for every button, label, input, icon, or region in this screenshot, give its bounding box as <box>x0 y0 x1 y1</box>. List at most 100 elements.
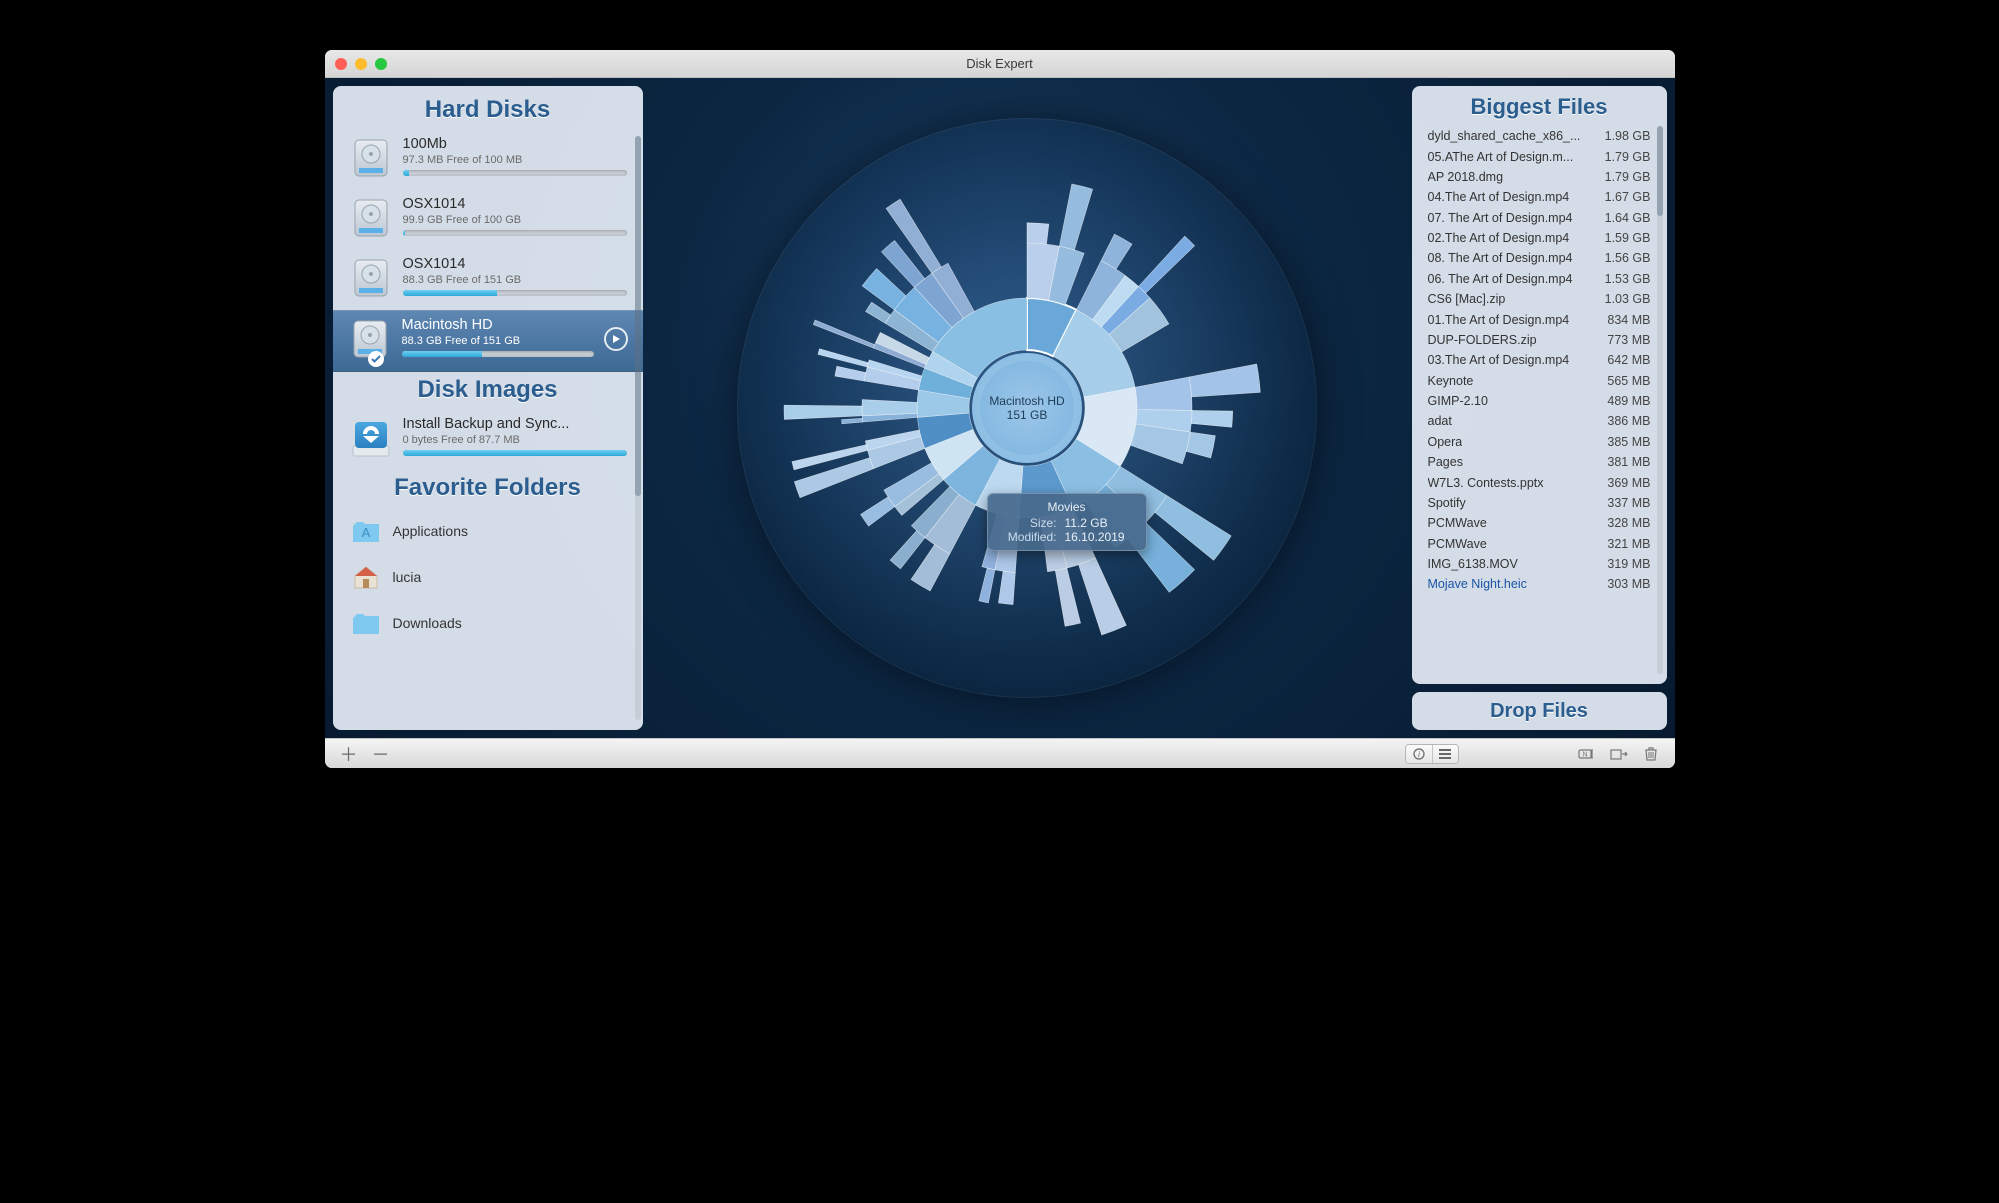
sunburst-segment[interactable] <box>842 418 863 424</box>
sunburst-segment[interactable] <box>835 366 866 381</box>
minimize-icon[interactable] <box>355 58 367 70</box>
sunburst-segment[interactable] <box>862 400 917 416</box>
file-row[interactable]: AP 2018.dmg1.79 GB <box>1420 167 1659 187</box>
file-row[interactable]: Pages381 MB <box>1420 452 1659 472</box>
folder-icon <box>351 610 381 636</box>
biggest-files-panel: Biggest Files dyld_shared_cache_x86_...1… <box>1412 86 1667 684</box>
favorite-label: Applications <box>393 523 469 539</box>
sunburst-segment[interactable] <box>1139 236 1195 293</box>
file-name: 04.The Art of Design.mp4 <box>1428 190 1570 204</box>
svg-text:N: N <box>1582 751 1587 758</box>
file-row[interactable]: PCMWave328 MB <box>1420 513 1659 533</box>
sunburst-segment[interactable] <box>998 571 1015 604</box>
file-row[interactable]: DUP-FOLDERS.zip773 MB <box>1420 330 1659 350</box>
file-size: 1.79 GB <box>1605 170 1651 184</box>
disk-image-free-label: 0 bytes Free of 87.7 MB <box>403 434 627 446</box>
bottom-toolbar: ＋ － i N <box>325 738 1675 768</box>
info-view-icon[interactable]: i <box>1406 745 1432 763</box>
sunburst-segment[interactable] <box>866 302 891 323</box>
file-row[interactable]: IMG_6138.MOV319 MB <box>1420 554 1659 574</box>
sunburst-segment[interactable] <box>862 269 906 310</box>
file-row[interactable]: GIMP-2.10489 MB <box>1420 391 1659 411</box>
sunburst-segment[interactable] <box>1186 432 1215 458</box>
file-name: PCMWave <box>1428 537 1487 551</box>
sunburst-segment[interactable] <box>1027 223 1049 244</box>
sunburst-segment[interactable] <box>1079 558 1127 635</box>
favorite-item[interactable]: lucia <box>333 554 643 600</box>
file-row[interactable]: W7L3. Contests.pptx369 MB <box>1420 472 1659 492</box>
hub-name: Macintosh HD <box>989 394 1064 408</box>
view-mode-segment[interactable]: i <box>1405 744 1459 764</box>
favorite-item[interactable]: Downloads <box>333 600 643 646</box>
file-row[interactable]: 03.The Art of Design.mp4642 MB <box>1420 350 1659 370</box>
file-name: 05.AThe Art of Design.m... <box>1428 150 1574 164</box>
file-row[interactable]: PCMWave321 MB <box>1420 534 1659 554</box>
sunburst-area[interactable]: Macintosh HD 151 GB Movies Size:11.2 GB … <box>647 78 1408 738</box>
file-row[interactable]: adat386 MB <box>1420 411 1659 431</box>
file-row[interactable]: Spotify337 MB <box>1420 493 1659 513</box>
disk-image-icon <box>349 416 393 460</box>
scan-play-button[interactable] <box>604 327 628 351</box>
file-size: 386 MB <box>1607 414 1650 428</box>
file-name: DUP-FOLDERS.zip <box>1428 333 1537 347</box>
file-size: 381 MB <box>1607 455 1650 469</box>
trash-icon[interactable] <box>1639 744 1663 764</box>
file-row[interactable]: 08. The Art of Design.mp41.56 GB <box>1420 248 1659 268</box>
add-button[interactable]: ＋ <box>337 744 361 764</box>
file-row[interactable]: 02.The Art of Design.mp41.59 GB <box>1420 228 1659 248</box>
disk-free-label: 88.3 GB Free of 151 GB <box>403 274 627 286</box>
sunburst-segment[interactable] <box>784 405 862 419</box>
file-name: GIMP-2.10 <box>1428 394 1488 408</box>
file-row[interactable]: Opera385 MB <box>1420 432 1659 452</box>
sidebar-scrollbar[interactable] <box>635 136 641 720</box>
sunburst-segment[interactable] <box>1191 410 1232 427</box>
file-row[interactable]: dyld_shared_cache_x86_...1.98 GB <box>1420 126 1659 146</box>
file-size: 1.53 GB <box>1605 272 1651 286</box>
close-icon[interactable] <box>335 58 347 70</box>
file-row[interactable]: Keynote565 MB <box>1420 371 1659 391</box>
sunburst-segment[interactable] <box>861 497 895 526</box>
favorite-item[interactable]: AApplications <box>333 508 643 554</box>
zoom-icon[interactable] <box>375 58 387 70</box>
export-icon[interactable] <box>1607 744 1631 764</box>
file-name: Spotify <box>1428 496 1466 510</box>
file-row[interactable]: 06. The Art of Design.mp41.53 GB <box>1420 269 1659 289</box>
file-name: PCMWave <box>1428 516 1487 530</box>
disk-item[interactable]: OSX1014 99.9 GB Free of 100 GB <box>333 190 643 250</box>
favorite-label: Downloads <box>393 615 462 631</box>
section-disk-images: Disk Images <box>333 372 643 410</box>
sunburst-segment[interactable] <box>979 568 995 603</box>
favorite-label: lucia <box>393 569 422 585</box>
sunburst-segment[interactable] <box>1135 377 1192 411</box>
file-row[interactable]: 05.AThe Art of Design.m...1.79 GB <box>1420 146 1659 166</box>
sunburst-segment[interactable] <box>1055 568 1080 626</box>
remove-button[interactable]: － <box>369 744 393 764</box>
disk-usage-bar <box>403 170 627 176</box>
disk-image-item[interactable]: Install Backup and Sync... 0 bytes Free … <box>333 410 643 470</box>
file-row[interactable]: 01.The Art of Design.mp4834 MB <box>1420 309 1659 329</box>
file-row[interactable]: CS6 [Mac].zip1.03 GB <box>1420 289 1659 309</box>
file-row[interactable]: 07. The Art of Design.mp41.64 GB <box>1420 208 1659 228</box>
sunburst-segment[interactable] <box>1059 184 1092 250</box>
home-icon <box>351 564 381 590</box>
files-scrollbar[interactable] <box>1657 126 1663 674</box>
titlebar[interactable]: Disk Expert <box>325 50 1675 78</box>
drop-files-button[interactable]: Drop Files <box>1412 692 1667 730</box>
sunburst-segment[interactable] <box>818 349 868 367</box>
hub-size: 151 GB <box>1007 408 1048 422</box>
disk-item[interactable]: OSX1014 88.3 GB Free of 151 GB <box>333 250 643 310</box>
sunburst-segment[interactable] <box>1189 364 1260 397</box>
sunburst-segment[interactable] <box>890 531 925 569</box>
sunburst-hub[interactable]: Macintosh HD 151 GB <box>972 353 1082 463</box>
file-row[interactable]: Mojave Night.heic303 MB <box>1420 574 1659 594</box>
rename-icon[interactable]: N <box>1575 744 1599 764</box>
list-view-icon[interactable] <box>1432 745 1458 763</box>
sunburst-segment[interactable] <box>911 545 950 591</box>
sunburst-segment[interactable] <box>813 320 874 348</box>
disk-item[interactable]: 100Mb 97.3 MB Free of 100 MB <box>333 130 643 190</box>
file-size: 369 MB <box>1607 476 1650 490</box>
file-row[interactable]: 04.The Art of Design.mp41.67 GB <box>1420 187 1659 207</box>
disk-name: Macintosh HD <box>402 317 594 333</box>
disk-item[interactable]: Macintosh HD 88.3 GB Free of 151 GB <box>333 310 643 372</box>
file-size: 1.56 GB <box>1605 251 1651 265</box>
